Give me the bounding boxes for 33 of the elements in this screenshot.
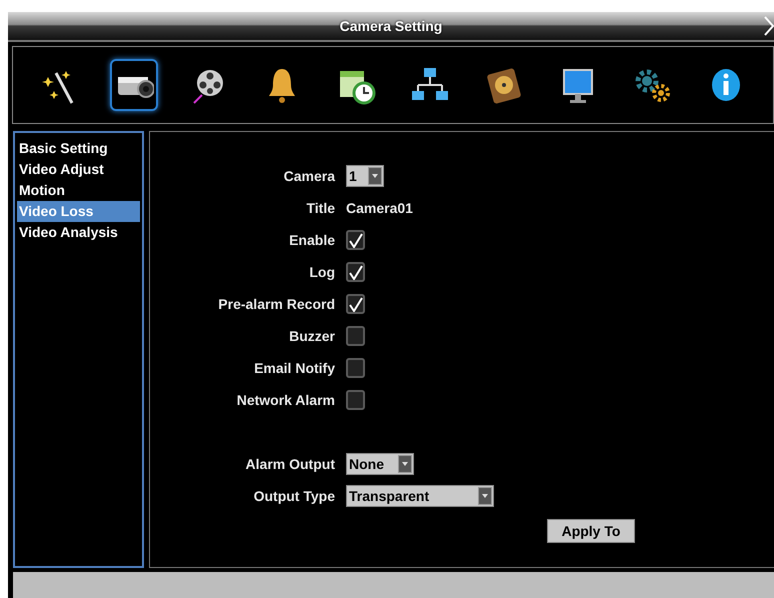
- checkbox[interactable]: [346, 294, 365, 314]
- dropdown[interactable]: None: [346, 453, 414, 475]
- window-title: Camera Setting: [340, 16, 442, 36]
- field-label: Output Type: [254, 488, 335, 504]
- dropdown[interactable]: 1: [346, 165, 384, 187]
- dropdown[interactable]: Transparent: [346, 485, 494, 507]
- field-label: Title: [306, 200, 335, 216]
- toolbar-button[interactable]: [110, 59, 158, 111]
- field-label: Buzzer: [289, 328, 335, 344]
- close-icon: [764, 16, 774, 36]
- field-label: Log: [309, 264, 335, 280]
- checkbox[interactable]: [346, 326, 365, 346]
- checkbox[interactable]: [346, 230, 365, 250]
- sidebar-item[interactable]: Basic Setting: [17, 138, 140, 159]
- field-label: Network Alarm: [236, 392, 335, 408]
- field-label: Email Notify: [254, 360, 335, 376]
- apply-to-button[interactable]: Apply To: [547, 519, 635, 543]
- checkbox[interactable]: [346, 262, 365, 282]
- check-icon: [348, 296, 362, 312]
- title-value: Camera01: [346, 199, 413, 218]
- close-button[interactable]: [764, 16, 774, 36]
- field-label: Camera: [284, 168, 335, 184]
- check-icon: [348, 264, 362, 280]
- sidebar-item[interactable]: Video Adjust: [17, 159, 140, 180]
- checkbox[interactable]: [346, 390, 365, 410]
- sidebar-item[interactable]: Motion: [17, 180, 140, 201]
- sidebar-item[interactable]: Video Loss: [17, 201, 140, 222]
- check-icon: [348, 232, 362, 248]
- field-label: Pre-alarm Record: [218, 296, 335, 312]
- checkbox[interactable]: [346, 358, 365, 378]
- field-label: Enable: [289, 232, 335, 248]
- sidebar-item[interactable]: Video Analysis: [17, 222, 140, 243]
- field-label: Alarm Output: [246, 456, 335, 472]
